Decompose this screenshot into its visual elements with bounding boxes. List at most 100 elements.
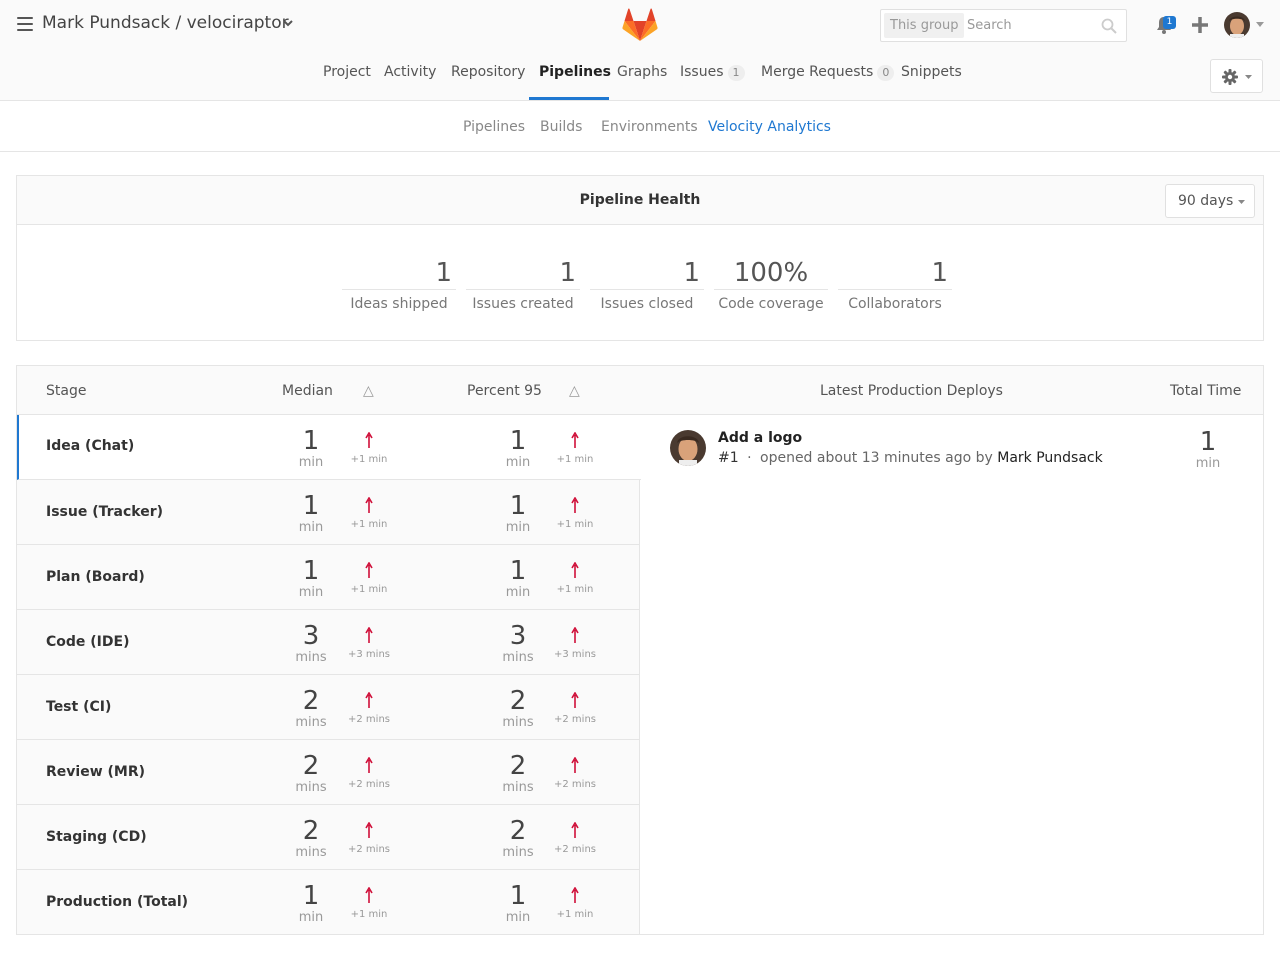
search-scope-badge[interactable]: This group (884, 13, 965, 38)
stat-value: 1 (838, 258, 952, 290)
arrow-up-icon (344, 887, 394, 903)
median-unit: mins (295, 715, 327, 730)
median-number: 2 (302, 751, 320, 781)
table-row[interactable]: Issue (Tracker) 1 min +1 min 1 min +1 min (17, 480, 640, 545)
subnav-pipelines[interactable]: Pipelines (463, 119, 525, 135)
stat-label: Issues created (472, 296, 574, 312)
pipeline-health-panel: Pipeline Health 90 days 1 Ideas shipped … (16, 175, 1264, 341)
nav-pipelines[interactable]: Pipelines (539, 64, 611, 80)
median-delta-text: +1 min (350, 519, 388, 530)
p95-delta-text: +2 mins (554, 714, 596, 725)
nav-graphs[interactable]: Graphs (617, 64, 667, 80)
p95-delta-text: +1 min (556, 454, 594, 465)
header-stage: Stage (46, 383, 87, 399)
median-delta: +2 mins (344, 757, 394, 790)
stat-collaborators: 1 Collaborators (838, 258, 952, 312)
nav-snippets[interactable]: Snippets (901, 64, 962, 80)
median-delta: +1 min (344, 497, 394, 530)
p95-number: 2 (509, 816, 527, 846)
nav-activity[interactable]: Activity (384, 64, 436, 80)
notification-count-badge[interactable]: 1 (1163, 16, 1176, 29)
arrow-up-icon (550, 432, 600, 448)
median-unit: min (298, 455, 324, 470)
subnav-builds[interactable]: Builds (540, 119, 582, 135)
table-row[interactable]: Plan (Board) 1 min +1 min 1 min +1 min (17, 545, 640, 610)
arrow-up-icon (344, 627, 394, 643)
arrow-up-icon (550, 562, 600, 578)
table-row[interactable]: Test (CI) 2 mins +2 mins 2 mins +2 mins (17, 675, 640, 740)
deploy-title-link[interactable]: Add a logo (718, 430, 802, 446)
median-number: 2 (302, 816, 320, 846)
search-box[interactable]: This group Search (880, 9, 1127, 42)
median-delta-text: +2 mins (348, 714, 390, 725)
search-input[interactable]: Search (967, 18, 1012, 33)
median-delta-text: +1 min (350, 584, 388, 595)
stage-name: Review (MR) (46, 764, 146, 780)
time-range-dropdown[interactable]: 90 days (1165, 184, 1255, 218)
stage-name: Plan (Board) (46, 569, 145, 585)
p95-delta: +3 mins (550, 627, 600, 660)
table-header: Stage Median △ Percent 95 △ Latest Produ… (17, 366, 1263, 415)
p95-unit: min (505, 585, 531, 600)
p95-value: 2 mins (493, 752, 543, 796)
total-time-value: 1 (1199, 427, 1217, 457)
chevron-down-icon[interactable] (282, 16, 294, 30)
hamburger-menu-icon[interactable] (17, 17, 33, 31)
median-value: 2 mins (286, 817, 336, 861)
stage-name: Test (CI) (46, 699, 112, 715)
table-row[interactable]: Review (MR) 2 mins +2 mins 2 mins +2 mins (17, 740, 640, 805)
pipelines-subnav: Pipelines Builds Environments Velocity A… (0, 101, 1280, 152)
pipeline-health-title: Pipeline Health (579, 192, 701, 208)
median-value: 1 min (286, 882, 336, 926)
total-time-unit: min (1195, 456, 1221, 471)
table-row[interactable]: Code (IDE) 3 mins +3 mins 3 mins +3 mins (17, 610, 640, 675)
deploy-author-avatar[interactable] (670, 430, 706, 466)
stat-ideas-shipped: 1 Ideas shipped (342, 258, 456, 312)
median-value: 3 mins (286, 622, 336, 666)
arrow-up-icon (550, 822, 600, 838)
median-unit: min (298, 910, 324, 925)
p95-delta: +2 mins (550, 822, 600, 855)
p95-unit: mins (502, 715, 534, 730)
plus-icon[interactable] (1191, 16, 1209, 34)
subnav-velocity-analytics[interactable]: Velocity Analytics (708, 119, 831, 135)
settings-dropdown-button[interactable] (1210, 59, 1263, 93)
arrow-up-icon (344, 562, 394, 578)
p95-unit: min (505, 455, 531, 470)
p95-unit: min (505, 910, 531, 925)
project-breadcrumb[interactable]: Mark Pundsack / velociraptor (42, 13, 289, 33)
median-delta-text: +2 mins (348, 779, 390, 790)
header-median: Median (282, 383, 333, 399)
nav-project[interactable]: Project (323, 64, 371, 80)
median-delta: +2 mins (344, 692, 394, 725)
nav-issues[interactable]: Issues 1 (680, 64, 745, 81)
deploy-author-link[interactable]: Mark Pundsack (997, 450, 1102, 466)
p95-number: 3 (509, 621, 527, 651)
user-avatar[interactable] (1224, 12, 1250, 38)
stat-code-coverage: 100% Code coverage (714, 258, 828, 312)
caret-down-icon[interactable] (1256, 22, 1264, 28)
p95-value: 2 mins (493, 687, 543, 731)
header-total-time: Total Time (1170, 383, 1242, 399)
subnav-environments[interactable]: Environments (601, 119, 698, 135)
deploy-meta-text: opened about 13 minutes ago by (760, 450, 993, 466)
p95-unit: mins (502, 650, 534, 665)
nav-repository[interactable]: Repository (451, 64, 525, 80)
p95-delta: +1 min (550, 562, 600, 595)
p95-delta: +1 min (550, 432, 600, 465)
search-icon[interactable] (1101, 18, 1117, 34)
median-unit: mins (295, 845, 327, 860)
gitlab-logo-icon[interactable] (622, 8, 658, 42)
table-row[interactable]: Production (Total) 1 min +1 min 1 min +1 min (17, 870, 640, 935)
nav-merge-requests[interactable]: Merge Requests 0 (761, 64, 895, 81)
median-unit: min (298, 520, 324, 535)
median-number: 2 (302, 686, 320, 716)
deploy-number[interactable]: #1 (718, 450, 739, 466)
table-row[interactable]: Staging (CD) 2 mins +2 mins 2 mins +2 mins (17, 805, 640, 870)
p95-delta: +2 mins (550, 692, 600, 725)
stat-issues-created: 1 Issues created (466, 258, 580, 312)
p95-value: 2 mins (493, 817, 543, 861)
table-row[interactable]: Idea (Chat) 1 min +1 min 1 min +1 min (17, 415, 641, 480)
deploy-meta: #1 · opened about 13 minutes ago by Mark… (718, 450, 1103, 466)
p95-delta-text: +1 min (556, 584, 594, 595)
